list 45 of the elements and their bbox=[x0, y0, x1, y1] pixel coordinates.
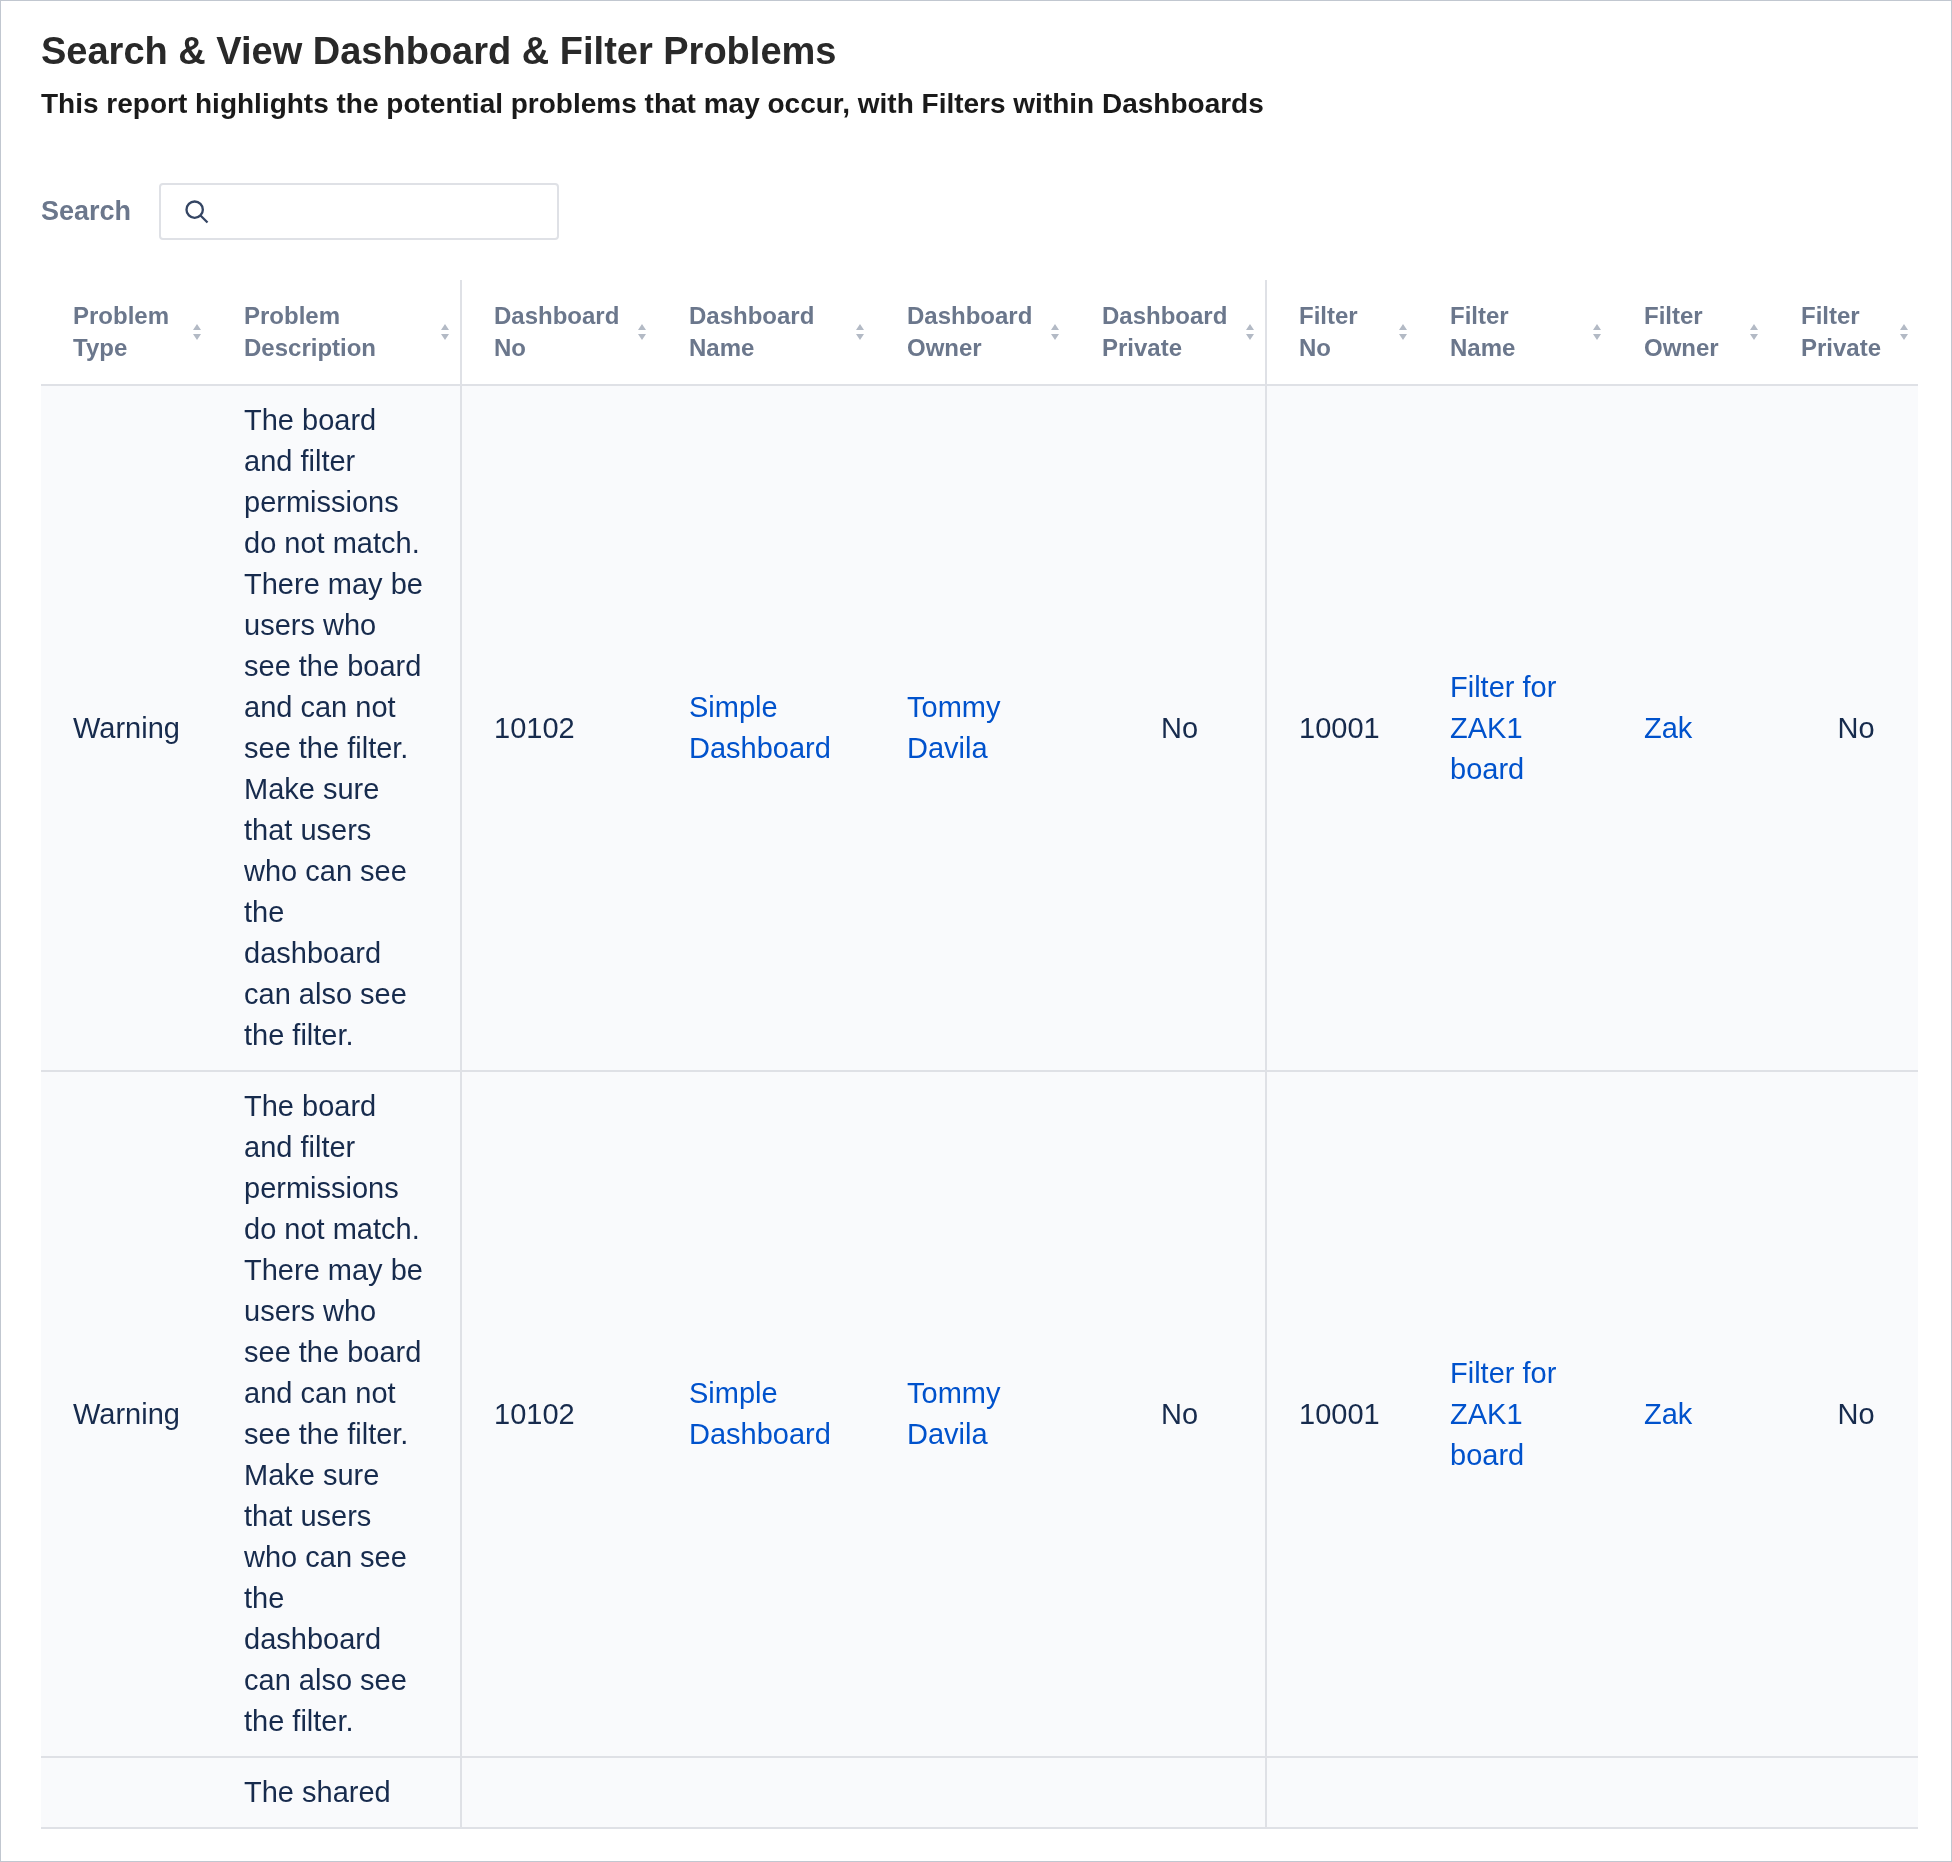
sort-icon bbox=[1398, 323, 1408, 341]
table-cell-text: 10102 bbox=[494, 710, 575, 746]
column-header[interactable]: Filter No bbox=[1299, 300, 1358, 364]
column-header[interactable]: Problem Type bbox=[73, 300, 170, 364]
table-cell-text: The board and filter permissions do not match. There may be users who see the board and can not see the filter. Make sure that users who can see the dashboard can also see the filter. bbox=[244, 403, 424, 1053]
table-cell-text: No bbox=[1160, 1396, 1199, 1432]
table-cell-text: Warning bbox=[73, 710, 180, 746]
sort-icon bbox=[1245, 323, 1255, 341]
table-cell-text: 10001 bbox=[1299, 1396, 1380, 1432]
sort-icon bbox=[1899, 323, 1909, 341]
table-link[interactable]: Zak bbox=[1644, 707, 1693, 749]
sort-icon bbox=[192, 323, 202, 341]
sort-icon bbox=[1592, 323, 1602, 341]
column-header[interactable]: Problem Description bbox=[244, 300, 376, 364]
table-cell-text: The shared bbox=[244, 1775, 391, 1810]
column-header[interactable]: Dashboard Owner bbox=[907, 300, 1033, 364]
table-link[interactable]: Simple Dashboard bbox=[689, 687, 867, 769]
search-label: Search bbox=[41, 195, 132, 229]
table-cell-text: 10102 bbox=[494, 1396, 575, 1432]
column-header[interactable]: Dashboard Name bbox=[689, 300, 815, 364]
table-cell-text: No bbox=[1160, 710, 1199, 746]
table-link[interactable]: Filter for ZAK1 board bbox=[1450, 666, 1562, 790]
column-header[interactable]: Filter Name bbox=[1450, 300, 1516, 364]
table-link[interactable]: Tommy Davila bbox=[907, 687, 1062, 769]
sort-icon bbox=[440, 323, 450, 341]
sort-icon bbox=[1050, 323, 1060, 341]
column-header[interactable]: Filter Private bbox=[1801, 300, 1882, 364]
table-cell-text: No bbox=[1837, 1396, 1875, 1432]
sort-icon bbox=[855, 323, 865, 341]
page-title: Search & View Dashboard & Filter Problems bbox=[41, 29, 838, 74]
sort-icon bbox=[637, 323, 647, 341]
table-link[interactable]: Filter for ZAK1 board bbox=[1450, 1352, 1562, 1476]
search-field[interactable] bbox=[159, 183, 560, 240]
table-link[interactable]: Tommy Davila bbox=[907, 1373, 1062, 1455]
column-header[interactable]: Filter Owner bbox=[1644, 300, 1719, 364]
column-header[interactable]: Dashboard Private bbox=[1102, 300, 1228, 364]
table-link[interactable]: Simple Dashboard bbox=[689, 1373, 867, 1455]
table-cell-text: No bbox=[1837, 710, 1875, 746]
table-cell-text: 10001 bbox=[1299, 710, 1380, 746]
table-cell-text: Warning bbox=[73, 1396, 180, 1432]
column-header[interactable]: Dashboard No bbox=[494, 300, 620, 364]
table-link[interactable]: Zak bbox=[1644, 1393, 1693, 1435]
page-subtitle: This report highlights the potential problems that may occur, with Filters within Dashboards bbox=[41, 87, 1265, 121]
sort-icon bbox=[1749, 323, 1759, 341]
table-cell-text: The board and filter permissions do not match. There may be users who see the board and can not see the filter. Make sure that users who can see the dashboard can also see the filter. bbox=[244, 1089, 424, 1739]
